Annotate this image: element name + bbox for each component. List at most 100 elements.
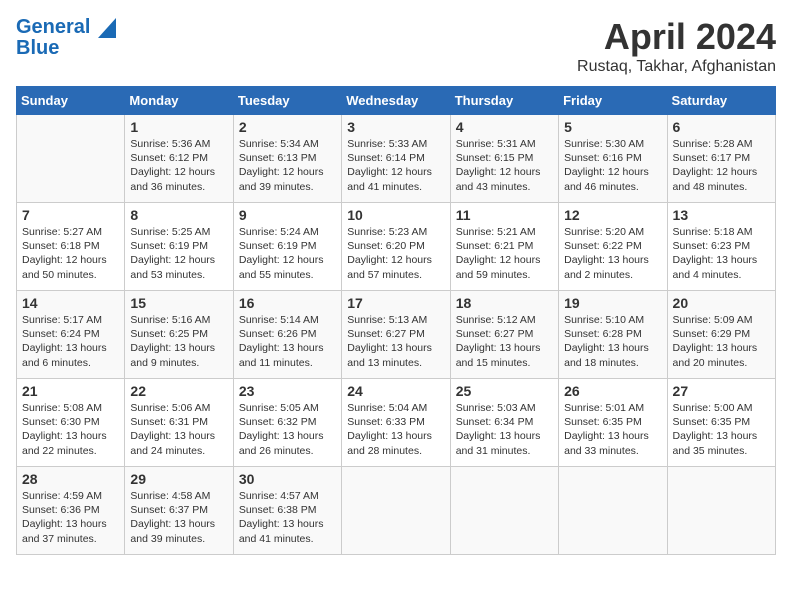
day-info: Sunrise: 5:28 AM Sunset: 6:17 PM Dayligh… <box>673 137 770 194</box>
logo-line2: Blue <box>16 37 116 60</box>
day-cell: 3 Sunrise: 5:33 AM Sunset: 6:14 PM Daylig… <box>342 115 450 203</box>
day-number: 6 <box>673 119 770 135</box>
day-cell <box>559 467 667 555</box>
day-number: 28 <box>22 471 119 487</box>
day-cell: 8Sunrise: 5:25 AM Sunset: 6:19 PM Daylig… <box>125 203 233 291</box>
day-info: Sunrise: 5:16 AM Sunset: 6:25 PM Dayligh… <box>130 313 227 370</box>
day-number: 20 <box>673 295 770 311</box>
day-info: Sunrise: 5:31 AM Sunset: 6:15 PM Dayligh… <box>456 137 553 194</box>
day-info: Sunrise: 5:00 AM Sunset: 6:35 PM Dayligh… <box>673 401 770 458</box>
day-number: 19 <box>564 295 661 311</box>
logo: General Blue <box>16 16 116 60</box>
day-info: Sunrise: 5:03 AM Sunset: 6:34 PM Dayligh… <box>456 401 553 458</box>
day-cell <box>450 467 558 555</box>
day-cell: 26Sunrise: 5:01 AM Sunset: 6:35 PM Dayli… <box>559 379 667 467</box>
day-number: 15 <box>130 295 227 311</box>
day-cell: 2 Sunrise: 5:34 AM Sunset: 6:13 PM Daylig… <box>233 115 341 203</box>
calendar-header-row: SundayMondayTuesdayWednesdayThursdayFrid… <box>17 87 776 115</box>
day-number: 3 <box>347 119 444 135</box>
day-number: 18 <box>456 295 553 311</box>
day-info: Sunrise: 5:27 AM Sunset: 6:18 PM Dayligh… <box>22 225 119 282</box>
day-cell: 24Sunrise: 5:04 AM Sunset: 6:33 PM Dayli… <box>342 379 450 467</box>
day-info: Sunrise: 5:24 AM Sunset: 6:19 PM Dayligh… <box>239 225 336 282</box>
week-row-3: 14 Sunrise: 5:17 AM Sunset: 6:24 PM Dayli… <box>17 291 776 379</box>
day-info: Sunrise: 5:01 AM Sunset: 6:35 PM Dayligh… <box>564 401 661 458</box>
day-cell <box>17 115 125 203</box>
day-cell: 19Sunrise: 5:10 AM Sunset: 6:28 PM Dayli… <box>559 291 667 379</box>
day-cell: 16 Sunrise: 5:14 AM Sunset: 6:26 PM Dayli… <box>233 291 341 379</box>
week-row-2: 7 Sunrise: 5:27 AM Sunset: 6:18 PM Daylig… <box>17 203 776 291</box>
day-cell: 11 Sunrise: 5:21 AM Sunset: 6:21 PM Dayli… <box>450 203 558 291</box>
day-info: Sunrise: 5:20 AM Sunset: 6:22 PM Dayligh… <box>564 225 661 282</box>
day-info: Sunrise: 5:36 AM Sunset: 6:12 PM Dayligh… <box>130 137 227 194</box>
day-cell: 4 Sunrise: 5:31 AM Sunset: 6:15 PM Daylig… <box>450 115 558 203</box>
day-number: 27 <box>673 383 770 399</box>
col-header-tuesday: Tuesday <box>233 87 341 115</box>
day-number: 12 <box>564 207 661 223</box>
day-number: 30 <box>239 471 336 487</box>
day-info: Sunrise: 5:34 AM Sunset: 6:13 PM Dayligh… <box>239 137 336 194</box>
location: Rustaq, Takhar, Afghanistan <box>577 58 776 76</box>
day-info: Sunrise: 5:05 AM Sunset: 6:32 PM Dayligh… <box>239 401 336 458</box>
col-header-saturday: Saturday <box>667 87 775 115</box>
day-info: Sunrise: 5:09 AM Sunset: 6:29 PM Dayligh… <box>673 313 770 370</box>
week-row-4: 21 Sunrise: 5:08 AM Sunset: 6:30 PM Dayli… <box>17 379 776 467</box>
day-info: Sunrise: 5:21 AM Sunset: 6:21 PM Dayligh… <box>456 225 553 282</box>
day-cell: 15 Sunrise: 5:16 AM Sunset: 6:25 PM Dayli… <box>125 291 233 379</box>
day-number: 21 <box>22 383 119 399</box>
day-number: 25 <box>456 383 553 399</box>
day-info: Sunrise: 5:18 AM Sunset: 6:23 PM Dayligh… <box>673 225 770 282</box>
day-number: 13 <box>673 207 770 223</box>
day-info: Sunrise: 5:25 AM Sunset: 6:19 PM Dayligh… <box>130 225 227 282</box>
day-info: Sunrise: 5:17 AM Sunset: 6:24 PM Dayligh… <box>22 313 119 370</box>
day-number: 2 <box>239 119 336 135</box>
day-cell: 22Sunrise: 5:06 AM Sunset: 6:31 PM Dayli… <box>125 379 233 467</box>
week-row-5: 28 Sunrise: 4:59 AM Sunset: 6:36 PM Dayli… <box>17 467 776 555</box>
day-number: 23 <box>239 383 336 399</box>
day-cell: 28 Sunrise: 4:59 AM Sunset: 6:36 PM Dayli… <box>17 467 125 555</box>
day-cell: 21 Sunrise: 5:08 AM Sunset: 6:30 PM Dayli… <box>17 379 125 467</box>
day-info: Sunrise: 5:13 AM Sunset: 6:27 PM Dayligh… <box>347 313 444 370</box>
day-info: Sunrise: 4:57 AM Sunset: 6:38 PM Dayligh… <box>239 489 336 546</box>
day-cell: 9Sunrise: 5:24 AM Sunset: 6:19 PM Daylig… <box>233 203 341 291</box>
day-number: 10 <box>347 207 444 223</box>
day-cell: 7 Sunrise: 5:27 AM Sunset: 6:18 PM Daylig… <box>17 203 125 291</box>
col-header-sunday: Sunday <box>17 87 125 115</box>
day-number: 14 <box>22 295 119 311</box>
day-cell: 17Sunrise: 5:13 AM Sunset: 6:27 PM Dayli… <box>342 291 450 379</box>
day-cell: 25 Sunrise: 5:03 AM Sunset: 6:34 PM Dayli… <box>450 379 558 467</box>
day-number: 7 <box>22 207 119 223</box>
day-cell: 6 Sunrise: 5:28 AM Sunset: 6:17 PM Daylig… <box>667 115 775 203</box>
day-number: 1 <box>130 119 227 135</box>
day-cell: 5 Sunrise: 5:30 AM Sunset: 6:16 PM Daylig… <box>559 115 667 203</box>
day-cell: 14 Sunrise: 5:17 AM Sunset: 6:24 PM Dayli… <box>17 291 125 379</box>
day-info: Sunrise: 5:14 AM Sunset: 6:26 PM Dayligh… <box>239 313 336 370</box>
day-info: Sunrise: 5:33 AM Sunset: 6:14 PM Dayligh… <box>347 137 444 194</box>
day-number: 16 <box>239 295 336 311</box>
day-info: Sunrise: 5:30 AM Sunset: 6:16 PM Dayligh… <box>564 137 661 194</box>
day-cell: 29 Sunrise: 4:58 AM Sunset: 6:37 PM Dayli… <box>125 467 233 555</box>
day-info: Sunrise: 5:23 AM Sunset: 6:20 PM Dayligh… <box>347 225 444 282</box>
day-info: Sunrise: 5:12 AM Sunset: 6:27 PM Dayligh… <box>456 313 553 370</box>
day-cell: 13 Sunrise: 5:18 AM Sunset: 6:23 PM Dayli… <box>667 203 775 291</box>
page-header: General Blue April 2024 Rustaq, Takhar, … <box>16 16 776 76</box>
month-title: April 2024 <box>577 16 776 58</box>
logo-line1: General <box>16 16 116 39</box>
day-cell <box>667 467 775 555</box>
day-info: Sunrise: 5:04 AM Sunset: 6:33 PM Dayligh… <box>347 401 444 458</box>
day-number: 5 <box>564 119 661 135</box>
logo-text: General Blue <box>16 16 116 60</box>
day-cell: 30 Sunrise: 4:57 AM Sunset: 6:38 PM Dayli… <box>233 467 341 555</box>
day-info: Sunrise: 4:59 AM Sunset: 6:36 PM Dayligh… <box>22 489 119 546</box>
day-number: 22 <box>130 383 227 399</box>
day-number: 11 <box>456 207 553 223</box>
day-number: 29 <box>130 471 227 487</box>
col-header-thursday: Thursday <box>450 87 558 115</box>
day-number: 4 <box>456 119 553 135</box>
day-cell: 10 Sunrise: 5:23 AM Sunset: 6:20 PM Dayli… <box>342 203 450 291</box>
day-info: Sunrise: 4:58 AM Sunset: 6:37 PM Dayligh… <box>130 489 227 546</box>
col-header-friday: Friday <box>559 87 667 115</box>
day-info: Sunrise: 5:08 AM Sunset: 6:30 PM Dayligh… <box>22 401 119 458</box>
day-cell: 20 Sunrise: 5:09 AM Sunset: 6:29 PM Dayli… <box>667 291 775 379</box>
calendar-table: SundayMondayTuesdayWednesdayThursdayFrid… <box>16 86 776 555</box>
